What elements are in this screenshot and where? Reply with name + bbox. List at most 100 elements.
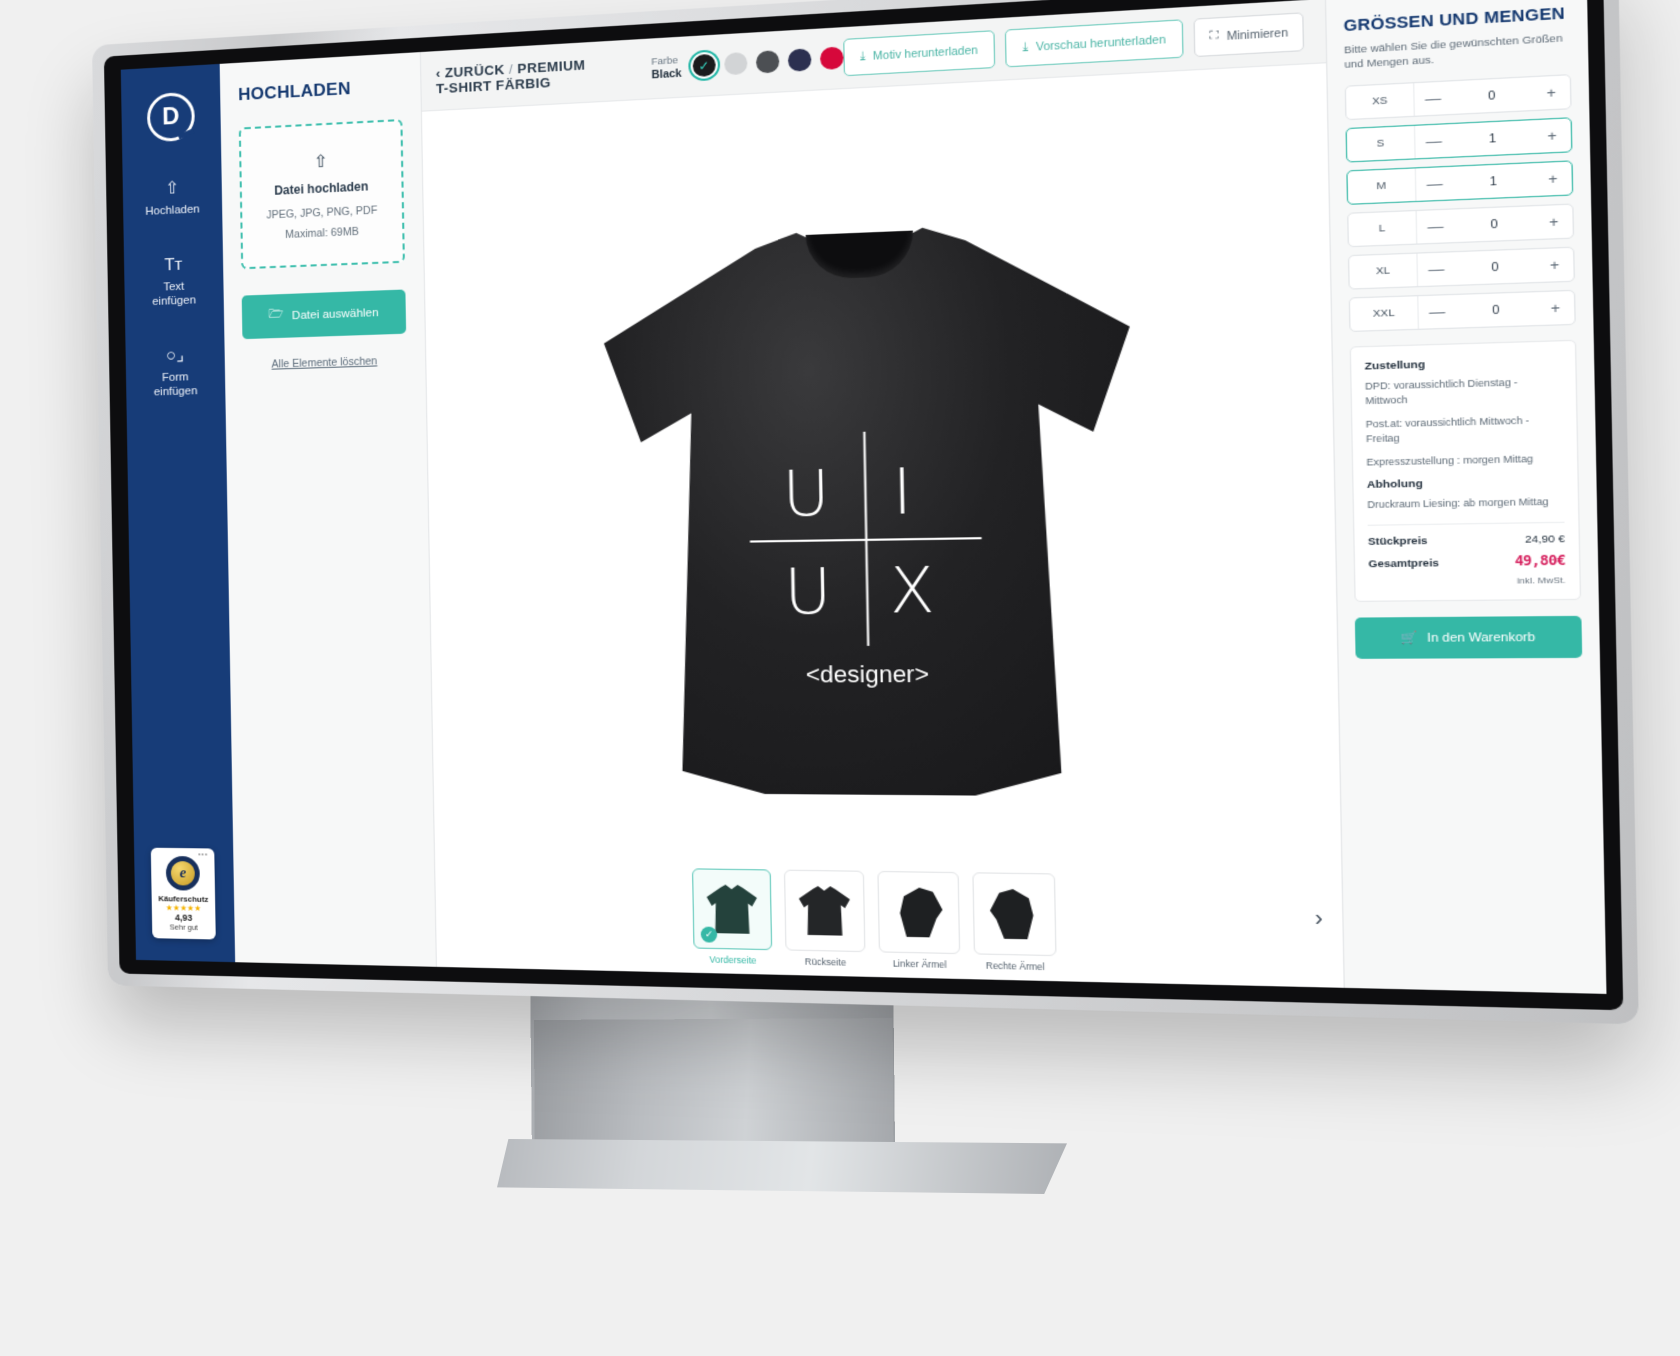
increment-button[interactable]: + bbox=[1535, 248, 1573, 282]
size-row-xl: XL — 0 + bbox=[1347, 246, 1575, 290]
file-dropzone[interactable]: ⇧ Datei hochladen JPEG, JPG, PNG, PDF Ma… bbox=[238, 118, 405, 270]
app-screen: D ⇧ Hochladen Tᴛ Text einfügen ○⌟ Form e… bbox=[120, 0, 1607, 994]
trust-badge[interactable]: ••• e Käuferschutz ★★★★★ 4,93 Sehr gut bbox=[150, 847, 216, 940]
trusted-shops-seal-icon: e bbox=[165, 855, 201, 891]
divider bbox=[1367, 521, 1565, 526]
quantity-value[interactable]: 0 bbox=[1451, 77, 1532, 114]
toolbar-actions: ⤓ Motiv herunterladen ⤓ Vorschau herunte… bbox=[842, 12, 1309, 77]
design-artwork[interactable]: U I U X <designer> bbox=[744, 429, 989, 689]
quantity-value[interactable]: 0 bbox=[1454, 206, 1535, 242]
size-row-l: L — 0 + bbox=[1347, 203, 1575, 248]
chevron-right-icon[interactable]: › bbox=[1315, 906, 1324, 931]
sidebar-item-form-einfuegen[interactable]: ○⌟ Form einfügen bbox=[126, 345, 226, 400]
select-file-label: Datei auswählen bbox=[291, 306, 379, 322]
tshirt-right-sleeve-icon bbox=[987, 889, 1041, 940]
decrement-button[interactable]: — bbox=[1415, 124, 1453, 158]
thumbnail-image bbox=[972, 872, 1057, 957]
thumbnail-image bbox=[877, 870, 961, 955]
total-price-label: Gesamtpreis bbox=[1368, 557, 1440, 571]
dropzone-title: Datei hochladen bbox=[274, 179, 369, 198]
minimize-icon: ⛶ bbox=[1209, 29, 1219, 44]
select-file-button[interactable]: 🗁 Datei auswählen bbox=[241, 289, 407, 340]
size-row-xxl: XXL — 0 + bbox=[1348, 289, 1576, 333]
size-label: XL bbox=[1349, 253, 1419, 289]
tshirt-mockup: U I U X <designer> bbox=[602, 216, 1138, 796]
tax-note: inkl. MwSt. bbox=[1517, 575, 1566, 586]
total-price-row: Gesamtpreis 49,80€ bbox=[1368, 552, 1565, 570]
thumbnail-rechte-aermel[interactable]: Rechte Ärmel bbox=[972, 872, 1057, 972]
decrement-button[interactable]: — bbox=[1418, 252, 1456, 286]
decrement-button[interactable]: — bbox=[1414, 81, 1452, 115]
decrement-button[interactable]: — bbox=[1418, 295, 1456, 329]
tshirt-front-icon bbox=[706, 884, 757, 934]
clear-all-elements-link[interactable]: Alle Elemente löschen bbox=[243, 354, 407, 371]
increment-button[interactable]: + bbox=[1535, 205, 1573, 239]
size-row-s: S — 1 + bbox=[1345, 117, 1573, 163]
editor-canvas-column: ‹ ZURÜCK / PREMIUM T-SHIRT FÄRBIG Farbe … bbox=[420, 0, 1344, 988]
monitor-stand-neck-shadow bbox=[534, 1018, 894, 1158]
quantity-value[interactable]: 1 bbox=[1453, 163, 1534, 199]
thumbnail-linker-aermel[interactable]: Linker Ärmel bbox=[877, 870, 961, 970]
thumbnail-rueckseite[interactable]: Rückseite bbox=[783, 869, 866, 969]
size-label: XXL bbox=[1349, 296, 1419, 331]
size-label: L bbox=[1348, 211, 1418, 247]
swatch-navy[interactable] bbox=[787, 48, 812, 72]
increment-button[interactable]: + bbox=[1533, 118, 1571, 153]
cart-icon: 🛒 bbox=[1400, 631, 1418, 646]
tshirt-back-icon bbox=[799, 886, 851, 936]
increment-button[interactable]: + bbox=[1536, 291, 1574, 325]
size-label: XS bbox=[1345, 83, 1415, 120]
color-value: Black bbox=[651, 66, 682, 82]
swatch-light-grey[interactable] bbox=[723, 51, 748, 76]
trust-badge-menu-icon[interactable]: ••• bbox=[198, 851, 208, 858]
monitor-stand-base bbox=[497, 1139, 1067, 1194]
design-letter-bottom-right: X bbox=[888, 553, 936, 628]
increment-button[interactable]: + bbox=[1532, 75, 1570, 110]
left-sidebar: D ⇧ Hochladen Tᴛ Text einfügen ○⌟ Form e… bbox=[120, 63, 236, 963]
download-motif-button[interactable]: ⤓ Motiv herunterladen bbox=[842, 30, 996, 77]
download-icon: ⤓ bbox=[1022, 40, 1029, 54]
quantity-value[interactable]: 0 bbox=[1455, 292, 1536, 327]
pickup-location: Druckraum Liesing: ab morgen Mittag bbox=[1367, 495, 1549, 511]
thumbnail-vorderseite[interactable]: ✓ Vorderseite bbox=[692, 868, 773, 966]
monitor-bezel: D ⇧ Hochladen Tᴛ Text einfügen ○⌟ Form e… bbox=[91, 0, 1639, 1025]
sizes-quantities-panel: GRÖSSEN UND MENGEN Bitte wählen Sie die … bbox=[1324, 0, 1607, 994]
decrement-button[interactable]: — bbox=[1416, 167, 1454, 201]
view-thumbnails: ✓ Vorderseite Rückseite Linker Ärmel Rec… bbox=[692, 868, 1057, 972]
download-icon: ⤓ bbox=[859, 49, 866, 63]
tshirt-left-sleeve-icon bbox=[892, 887, 945, 937]
minimize-button[interactable]: ⛶ Minimieren bbox=[1193, 12, 1305, 58]
sizes-panel-subtitle: Bitte wählen Sie die gewünschten Größen … bbox=[1343, 32, 1563, 72]
product-canvas[interactable]: U I U X <designer> ✓ Vorderseite Rücksei… bbox=[421, 63, 1344, 988]
swatch-dark-grey[interactable] bbox=[755, 50, 780, 74]
folder-icon: 🗁 bbox=[268, 308, 283, 322]
increment-button[interactable]: + bbox=[1534, 162, 1572, 196]
swatch-red[interactable] bbox=[819, 46, 844, 71]
swatch-black[interactable]: ✓ bbox=[692, 53, 716, 78]
breadcrumb: ‹ ZURÜCK / PREMIUM T-SHIRT FÄRBIG bbox=[436, 56, 590, 96]
quantity-value[interactable]: 1 bbox=[1452, 120, 1533, 156]
delivery-heading: Zustellung bbox=[1364, 358, 1426, 373]
add-to-cart-button[interactable]: 🛒 In den Warenkorb bbox=[1354, 615, 1583, 659]
upload-icon: ⇧ bbox=[164, 178, 180, 198]
download-preview-button[interactable]: ⤓ Vorschau herunterladen bbox=[1004, 19, 1184, 68]
sizes-panel-title: GRÖSSEN UND MENGEN bbox=[1343, 5, 1566, 36]
text-icon: Tᴛ bbox=[164, 254, 183, 275]
size-label: M bbox=[1347, 168, 1417, 204]
sidebar-item-text-einfuegen[interactable]: Tᴛ Text einfügen bbox=[124, 254, 224, 310]
rating-text: Sehr gut bbox=[169, 922, 198, 933]
quantity-value[interactable]: 0 bbox=[1455, 249, 1536, 285]
color-selector: Farbe Black ✓ bbox=[651, 44, 844, 82]
check-icon: ✓ bbox=[700, 926, 718, 943]
design-tagline: <designer> bbox=[805, 660, 930, 688]
panel-title: HOCHLADEN bbox=[238, 78, 351, 105]
delivery-express: Expresszustellung : morgen Mittag bbox=[1366, 453, 1534, 468]
breadcrumb-separator: / bbox=[508, 60, 514, 77]
brand-logo-icon[interactable]: D bbox=[146, 91, 196, 143]
delivery-dpd: DPD: voraussichtlich Dienstag - Mittwoch bbox=[1364, 376, 1518, 407]
thumbnail-label: Rückseite bbox=[804, 956, 847, 968]
color-swatches: ✓ bbox=[692, 46, 844, 78]
size-label: S bbox=[1346, 125, 1416, 162]
decrement-button[interactable]: — bbox=[1417, 209, 1455, 243]
sidebar-item-hochladen[interactable]: ⇧ Hochladen bbox=[123, 177, 223, 220]
